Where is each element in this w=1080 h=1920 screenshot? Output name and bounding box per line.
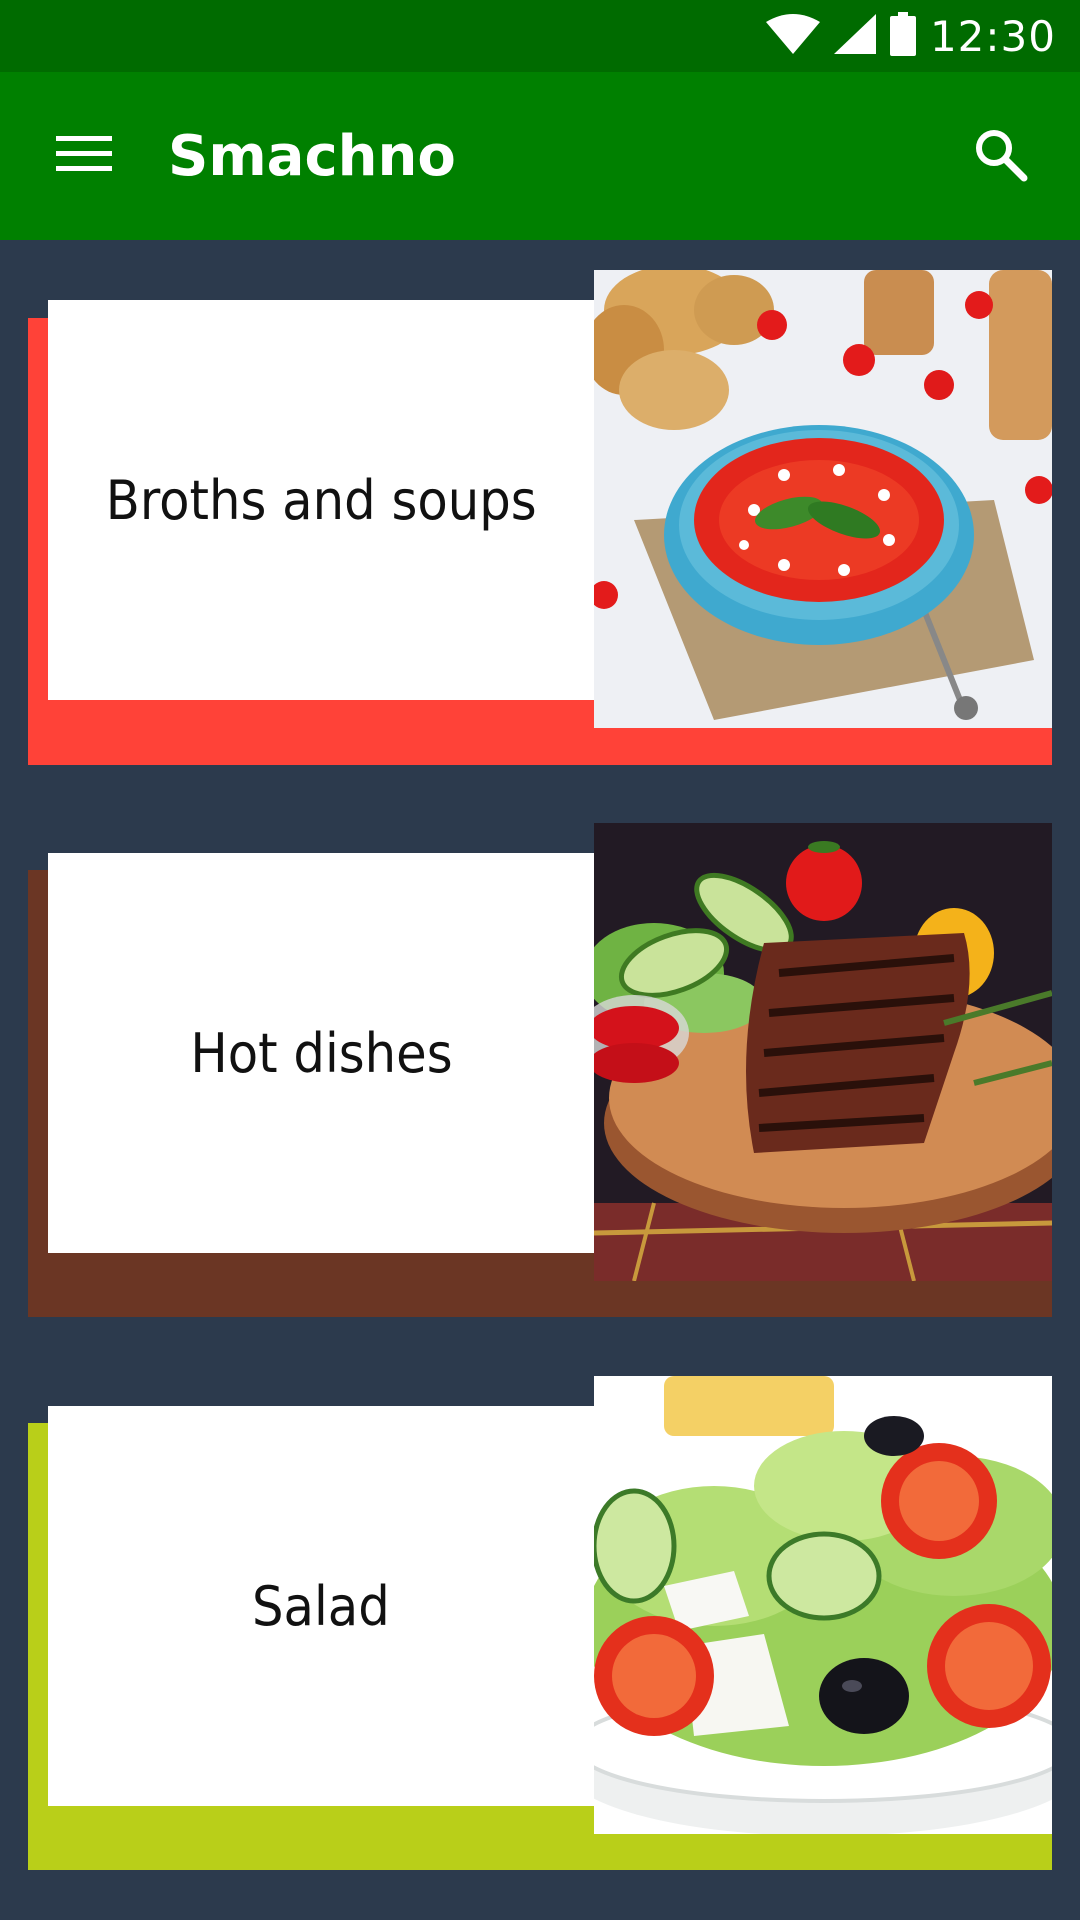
- battery-icon: [889, 11, 916, 61]
- card-label-box: Broths and soups: [48, 300, 594, 700]
- card-label-box: Hot dishes: [48, 853, 594, 1253]
- category-label: Hot dishes: [189, 1021, 453, 1085]
- status-bar: 12:30: [0, 0, 1080, 72]
- app-title: Smachno: [168, 123, 456, 189]
- status-time: 12:30: [929, 11, 1056, 61]
- search-icon: [972, 126, 1028, 187]
- cell-signal-icon: [833, 13, 876, 59]
- status-icons: 12:30: [765, 0, 1056, 72]
- menu-button[interactable]: [44, 116, 124, 196]
- category-card-hot-dishes[interactable]: Hot dishes: [0, 823, 1080, 1323]
- category-label: Broths and soups: [105, 468, 537, 532]
- category-label: Salad: [252, 1574, 390, 1638]
- category-card-salad[interactable]: Salad: [0, 1376, 1080, 1876]
- card-label-box: Salad: [48, 1406, 594, 1806]
- grilled-steak-image: [594, 823, 1052, 1281]
- tomato-soup-image: [594, 270, 1052, 728]
- search-button[interactable]: [960, 116, 1040, 196]
- category-card-broths-and-soups[interactable]: Broths and soups: [0, 270, 1080, 770]
- wifi-icon: [765, 13, 820, 59]
- hamburger-menu-icon: [56, 134, 112, 179]
- greek-salad-image: [594, 1376, 1052, 1834]
- app-bar: Smachno: [0, 72, 1080, 240]
